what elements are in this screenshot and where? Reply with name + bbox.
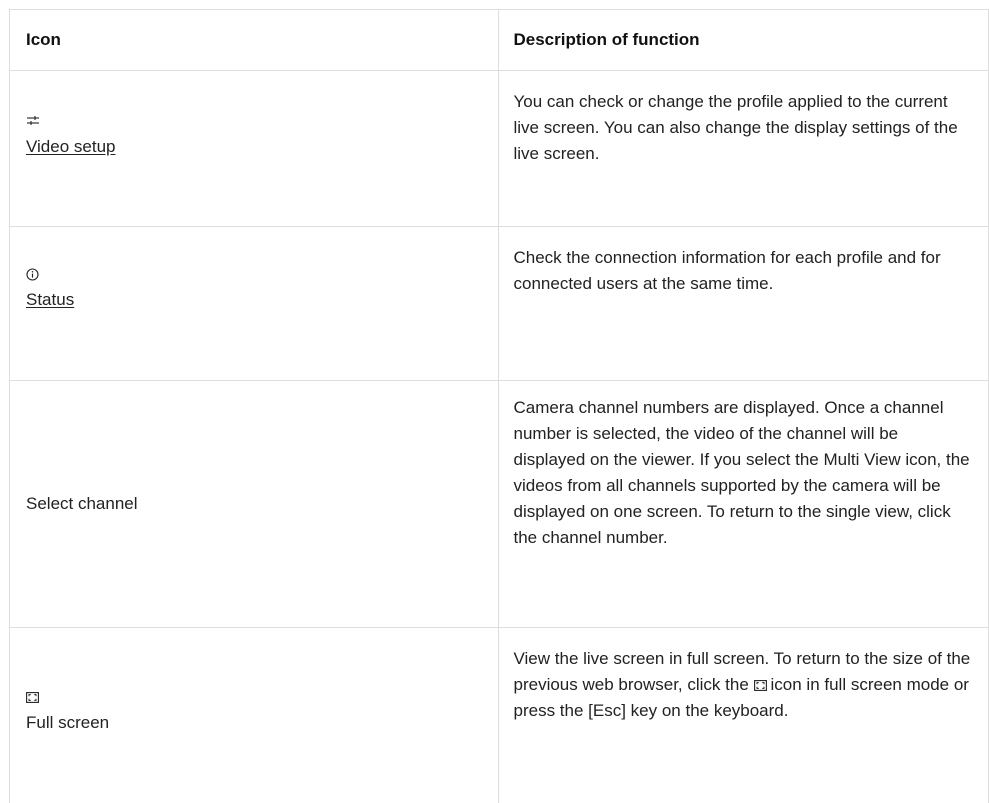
status-link[interactable]: Status: [26, 287, 482, 313]
icon-cell: Status: [10, 227, 499, 380]
select-channel-label: Select channel: [26, 491, 138, 517]
full-screen-label: Full screen: [26, 710, 482, 736]
description-text: View the live screen in full screen. To …: [514, 628, 975, 724]
description-cell: View the live screen in full screen. To …: [499, 628, 989, 803]
sliders-icon: [26, 108, 482, 134]
fullscreen-icon: [754, 680, 767, 691]
icon-cell: Video setup: [10, 71, 499, 226]
table-row: Select channel Camera channel numbers ar…: [10, 381, 989, 628]
info-circle-icon: [26, 261, 482, 287]
table-row: Video setup You can check or change the …: [10, 71, 989, 227]
function-table: Icon Description of function Video setup…: [9, 9, 989, 803]
header-icon: Icon: [10, 10, 499, 70]
table-row: Status Check the connection information …: [10, 227, 989, 381]
icon-cell: Full screen: [10, 628, 499, 803]
icon-cell: Select channel: [10, 381, 499, 627]
header-description: Description of function: [499, 10, 989, 70]
description-text: You can check or change the profile appl…: [514, 71, 975, 167]
description-cell: You can check or change the profile appl…: [499, 71, 989, 226]
description-text: Camera channel numbers are displayed. On…: [514, 381, 975, 551]
description-cell: Check the connection information for eac…: [499, 227, 989, 380]
table-header-row: Icon Description of function: [10, 10, 989, 71]
table-row: Full screen View the live screen in full…: [10, 628, 989, 803]
fullscreen-icon: [26, 684, 482, 710]
description-cell: Camera channel numbers are displayed. On…: [499, 381, 989, 627]
video-setup-link[interactable]: Video setup: [26, 134, 482, 160]
description-text: Check the connection information for eac…: [514, 227, 975, 297]
